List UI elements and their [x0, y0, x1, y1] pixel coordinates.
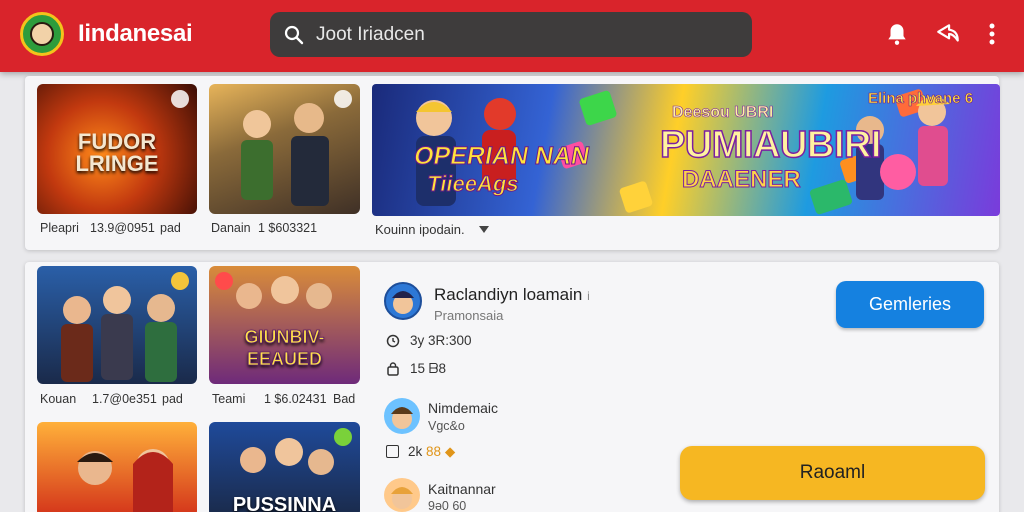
chevron-down-icon — [478, 226, 489, 233]
checkbox[interactable] — [386, 445, 399, 458]
banner-left-title: OPERIAN NAN TiieeAgs — [407, 142, 592, 197]
game-thumb-1[interactable]: FUDOR LRINGE — [37, 84, 197, 214]
game-thumb-3[interactable] — [37, 266, 197, 384]
thumb-caption: Pleapri — [40, 221, 79, 235]
creator-subtitle: Pramonsaia — [434, 308, 504, 323]
game-thumb-2[interactable] — [209, 84, 360, 214]
game-thumb-6[interactable]: PUSSINNA — [209, 422, 360, 512]
character-art — [241, 103, 329, 206]
follow-button[interactable]: Gemleries — [836, 281, 984, 328]
thumb-caption: Danain — [211, 221, 251, 235]
creator-name-text: Raclandiyn loamain — [434, 285, 583, 304]
logo-face-icon — [30, 22, 54, 46]
thumb-caption: 1 $6.02431 — [264, 392, 327, 406]
clock-icon — [386, 334, 400, 348]
game-thumb-5[interactable] — [37, 422, 197, 512]
banner-title: PUMIAUBIRI — [659, 123, 882, 167]
list-item-sub: Vgc&o — [428, 419, 465, 433]
bell-icon[interactable] — [883, 20, 911, 48]
promo-banner[interactable]: Elina phvane 6 OPERIAN NAN TiieeAgs Dees… — [372, 84, 1000, 216]
game-thumb-4[interactable]: GIUNBIV- EEAUED — [209, 266, 360, 384]
thumb-caption: 1.7@0e351 — [92, 392, 157, 406]
thumb-caption: 13.9@0951 — [90, 221, 155, 235]
search-bar[interactable]: Joot Iriadcen — [270, 12, 752, 57]
sort-dropdown[interactable]: Kouinn ipodain. — [375, 222, 489, 237]
game-thumb-title: GIUNBIV- EEAUED — [244, 327, 325, 370]
more-vert-icon[interactable] — [978, 20, 1006, 48]
character-art — [77, 449, 173, 512]
lock-icon — [387, 362, 399, 376]
game-thumb-title: FUDOR LRINGE — [75, 128, 159, 176]
primary-action-button[interactable]: Raoaml — [680, 446, 985, 500]
avatar-face — [391, 487, 413, 509]
list-item-sub: 9ǝ0 60 — [428, 499, 467, 512]
list-item-avatar[interactable] — [384, 398, 420, 434]
app-logo[interactable] — [20, 12, 64, 56]
banner-subtitle: DAAENER — [682, 166, 802, 194]
game-thumb-title: PUSSINNA — [232, 494, 337, 512]
app-title: Iindanesai — [78, 20, 193, 47]
thumb-caption: Kouan — [40, 392, 77, 406]
list-item-stat: 2k 88 ◆ — [408, 444, 455, 460]
avatar-face — [392, 291, 414, 314]
list-item-stat-value: 2k — [408, 444, 423, 459]
dropdown-label: Kouinn ipodain. — [375, 222, 465, 237]
search-icon — [284, 25, 304, 44]
creator-name: Raclandiyn loamain i — [434, 285, 590, 305]
banner-left-title-line2: TiieeAgs — [425, 171, 522, 197]
thumb-caption: pad — [162, 392, 183, 406]
top-app-bar: Iindanesai Joot Iriadcen — [0, 0, 1024, 72]
thumb-caption: Teami — [212, 392, 246, 406]
search-input-text: Joot Iriadcen — [316, 23, 425, 45]
banner-top-small: Deesou UBRI — [672, 104, 774, 122]
banner-left-title-line1: OPERIAN NAN — [411, 142, 592, 171]
thumb-caption: 1 $603321 — [258, 221, 318, 235]
creator-name-suffix: i — [587, 289, 590, 303]
list-item-name[interactable]: Nimdemaic — [428, 400, 498, 416]
creator-avatar[interactable] — [384, 282, 422, 320]
bookmark-icon[interactable] — [171, 90, 189, 108]
list-item-stat-extra: 88 — [426, 444, 442, 459]
stat-count: 15 ᗷ8 — [410, 361, 447, 376]
banner-corner-text: Elina phvane 6 — [868, 90, 974, 108]
list-item-name[interactable]: Kaitnannar — [428, 481, 496, 497]
character-art — [61, 286, 177, 382]
stat-playtime: 3y 3R:300 — [410, 333, 472, 348]
coin-icon: ◆ — [444, 444, 456, 459]
thumb-caption: Bad — [333, 392, 356, 406]
list-item-avatar[interactable] — [384, 478, 420, 512]
share-icon[interactable] — [934, 20, 962, 48]
avatar-face — [391, 407, 413, 429]
thumb-caption: pad — [160, 221, 181, 235]
